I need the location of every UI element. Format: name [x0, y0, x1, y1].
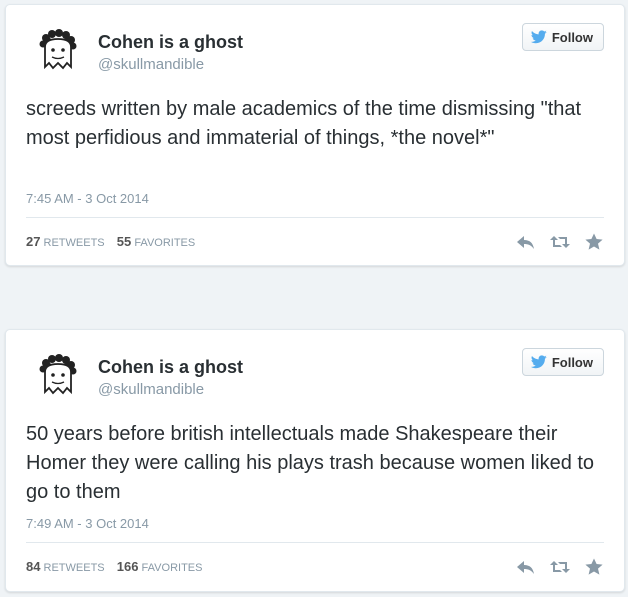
tweet-text: screeds written by male academics of the… [26, 98, 582, 149]
tweet-card: Cohen is a ghost @skullmandible Follow s… [5, 4, 625, 266]
twitter-bird-icon [530, 30, 547, 44]
tweet-actions [516, 233, 604, 251]
tweet-text: 50 years before british intellectuals ma… [26, 423, 595, 503]
favorites-label[interactable]: FAVORITES [134, 237, 195, 249]
favorites-count[interactable]: 166 [117, 559, 139, 574]
author-handle[interactable]: @skullmandible [98, 380, 204, 400]
retweets-label[interactable]: RETWEETS [44, 237, 105, 249]
ghost-avatar[interactable] [34, 352, 82, 400]
retweets-label[interactable]: RETWEETS [44, 562, 105, 574]
follow-button[interactable]: Follow [521, 348, 604, 376]
author-name[interactable]: Cohen is a ghost [98, 356, 243, 378]
tweet-timestamp[interactable]: 7:45 AM - 3 Oct 2014 [26, 191, 149, 207]
follow-label: Follow [551, 354, 593, 370]
author-name[interactable]: Cohen is a ghost [98, 31, 243, 53]
tweet-card: Cohen is a ghost @skullmandible Follow 5… [5, 329, 625, 592]
retweet-icon[interactable] [550, 233, 570, 251]
favorites-count[interactable]: 55 [117, 234, 131, 249]
divider [26, 217, 604, 218]
divider [26, 542, 604, 543]
tweet-timestamp[interactable]: 7:49 AM - 3 Oct 2014 [26, 516, 149, 532]
tweet-stats: 27 RETWEETS 55 FAVORITES [26, 234, 195, 251]
retweet-icon[interactable] [550, 558, 570, 576]
ghost-avatar[interactable] [34, 27, 82, 75]
favorite-icon[interactable] [584, 233, 604, 251]
favorites-label[interactable]: FAVORITES [142, 562, 203, 574]
favorite-icon[interactable] [584, 558, 604, 576]
tweet-stats: 84 RETWEETS 166 FAVORITES [26, 559, 202, 576]
retweets-count[interactable]: 27 [26, 234, 40, 249]
reply-icon[interactable] [516, 233, 536, 251]
twitter-bird-icon [530, 355, 547, 369]
tweet-actions [516, 558, 604, 576]
follow-label: Follow [551, 29, 593, 45]
author-handle[interactable]: @skullmandible [98, 55, 204, 75]
reply-icon[interactable] [516, 558, 536, 576]
retweets-count[interactable]: 84 [26, 559, 40, 574]
follow-button[interactable]: Follow [521, 23, 604, 51]
